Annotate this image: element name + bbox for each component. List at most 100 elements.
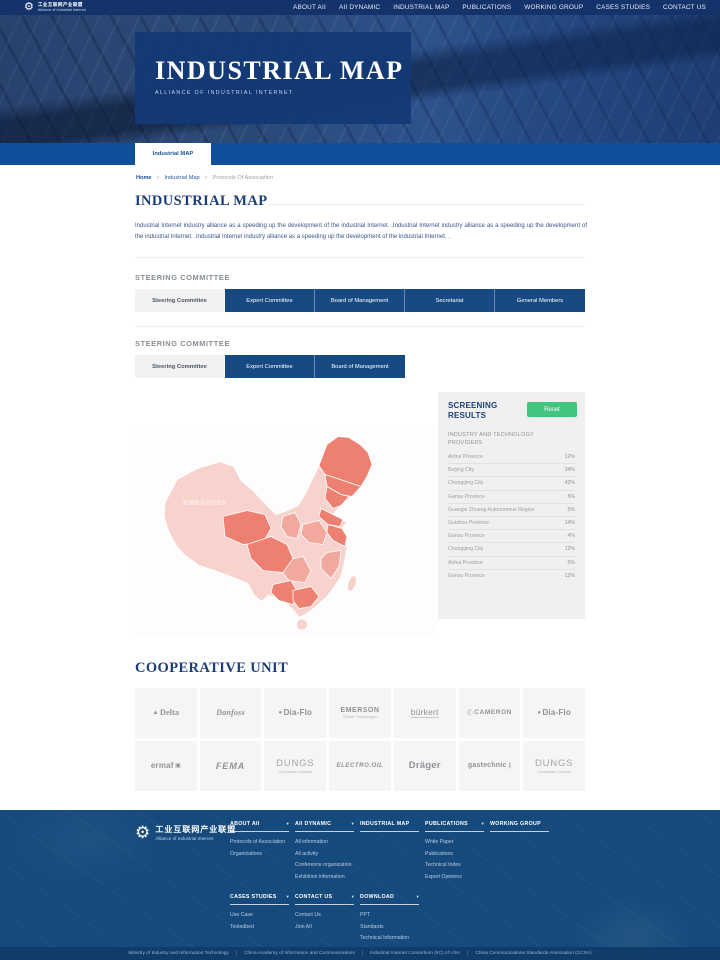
partner-logo-dungs[interactable]: DUNGS Combustion Controls [264, 741, 326, 791]
footer-logo[interactable]: ⚙ 工业互联网产业联盟 Alliance of Industrial Inter… [135, 823, 236, 841]
reset-button[interactable]: Reset [527, 402, 577, 417]
nav-item-industrial-map[interactable]: INDUSTRIAL MAP [393, 4, 449, 11]
footer-col-industrial-map: INDUSTRIAL MAP [360, 821, 419, 880]
footer-link[interactable]: Join AII [295, 924, 354, 930]
committee2-tabs: Steering Committee Expert Committee Boar… [135, 355, 405, 378]
footer-link[interactable]: White Paper [425, 839, 484, 845]
footer-partner-link[interactable]: China Academy of Information and Communi… [244, 951, 355, 956]
footer-link[interactable]: Protocols of Association [230, 839, 289, 845]
partner-logo-drager[interactable]: Dräger [394, 741, 456, 791]
partner-logo-danfoss[interactable]: Danfoss [200, 688, 262, 738]
nav-item-about-aii[interactable]: ABOUT AII [293, 4, 326, 11]
partner-logo-electro-oil[interactable]: ELECTRO.OIL [329, 741, 391, 791]
breadcrumb-home[interactable]: Home [136, 175, 152, 181]
committee2-tab-steering-committee[interactable]: Steering Committee [135, 355, 225, 378]
hero-banner: INDUSTRIAL MAP ALLIANCE OF INDUSTRIAL IN… [0, 15, 720, 143]
footer-col-title[interactable]: PUBLICATIONS ▾ [425, 821, 484, 832]
footer-partner-link[interactable]: Industrial Internet Consortium (IIC) of … [370, 951, 460, 956]
nav-item-contact-us[interactable]: CONTACT US [663, 4, 706, 11]
footer-col-title[interactable]: AII DYNAMIC ▾ [295, 821, 354, 832]
footer-link[interactable]: Publications [425, 851, 484, 857]
footer-partner-link[interactable]: Ministry of Industry and Information Tec… [128, 951, 228, 956]
partner-logo-dungs[interactable]: DUNGS Combustion Controls [523, 741, 585, 791]
partner-logo-dia-flo[interactable]: ● Dia-Flo [523, 688, 585, 738]
footer-link[interactable]: Testedbed [230, 924, 289, 930]
nav-item-working-group[interactable]: WORKING GROUP [524, 4, 583, 11]
partner-logo-gastechnic[interactable]: gastechnic ∥ [459, 741, 521, 791]
region-value: 12% [565, 546, 575, 552]
partner-logo-delta[interactable]: ▲ Delta [135, 688, 197, 738]
brand-name-en: Alliance of Industrial Internet [38, 8, 86, 12]
footer-col-title[interactable]: CONTACT US ▾ [295, 894, 354, 905]
screening-row: Guizhou Province 14% [448, 516, 575, 529]
footer-col-title[interactable]: CASES STUDIES ▾ [230, 894, 289, 905]
breadcrumb-industrial-map[interactable]: Industrial Map [164, 175, 199, 181]
map-province-hainan[interactable] [297, 619, 308, 630]
partner-logo-fema[interactable]: FEMA [200, 741, 262, 791]
hero-subtitle: ALLIANCE OF INDUSTRIAL INTERNET [155, 90, 411, 96]
nav-item-aii-dynamic[interactable]: AII DYNAMIC [339, 4, 380, 11]
footer-link[interactable]: Expert Opinions [425, 874, 484, 880]
committee1-tab-expert-committee[interactable]: Expert Committee [225, 289, 315, 312]
intro-paragraph: Industrial Internet industry alliance as… [135, 221, 587, 242]
footer-col-working-group: WORKING GROUP [490, 821, 549, 880]
partner-logo-cameron[interactable]: Ⓒ CAMERON [459, 688, 521, 738]
committee2-tab-board-of-management[interactable]: Board of Management [315, 355, 405, 378]
committee1-tab-secretariat[interactable]: Secretariat [405, 289, 495, 312]
chevron-down-icon: ▾ [416, 894, 419, 900]
committee2-tab-expert-committee[interactable]: Expert Committee [225, 355, 315, 378]
footer-link[interactable]: Organizations [230, 851, 289, 857]
chevron-down-icon: ▾ [351, 821, 354, 827]
footer-link[interactable]: Exhibition information [295, 874, 354, 880]
nav-item-publications[interactable]: PUBLICATIONS [462, 4, 511, 11]
committee1-tab-general-members[interactable]: General Members [495, 289, 585, 312]
screening-row: Anhui Province 5% [448, 556, 575, 569]
footer-col-title[interactable]: ABOUT AII ▾ [230, 821, 289, 832]
nav-item-cases-studies[interactable]: CASES STUDIES [596, 4, 650, 11]
footer-logo-zh: 工业互联网产业联盟 [155, 823, 236, 835]
footer-separator: | [236, 951, 237, 956]
committee1-tab-board-of-management[interactable]: Board of Management [315, 289, 405, 312]
footer-partner-link[interactable]: China Communications Standards Associati… [475, 951, 591, 956]
footer-col-title[interactable]: DOWNLOAD ▾ [360, 894, 419, 905]
footer: ⚙ 工业互联网产业联盟 Alliance of Industrial Inter… [0, 810, 720, 960]
chevron-down-icon: ▾ [286, 894, 289, 900]
committee1-heading: STEERING COMMITTEE [135, 273, 230, 282]
committee2-heading: STEERING COMMITTEE [135, 339, 230, 348]
footer-link[interactable]: Conference organization [295, 862, 354, 868]
footer-separator: | [467, 951, 468, 956]
footer-col-title[interactable]: WORKING GROUP [490, 821, 549, 832]
region-name: Guizhou Province [448, 520, 489, 526]
partner-logo-emerson[interactable]: EMERSON Climate Technologies [329, 688, 391, 738]
partner-logo-ermaf[interactable]: ermaf ▣ [135, 741, 197, 791]
footer-link[interactable]: Contact Us [295, 912, 354, 918]
tab-industrial-map-active[interactable]: Industrial MAP [135, 143, 211, 165]
partner-logo-grid: ▲ Delta Danfoss ● Dia-Flo EMERSON Climat… [135, 688, 585, 791]
screening-row: Beijing City 34% [448, 463, 575, 476]
footer-link[interactable]: PPT [360, 912, 419, 918]
breadcrumb-current: Protocols Of Association [213, 175, 274, 181]
title-divider [268, 204, 585, 205]
footer-link[interactable]: Technical Index [425, 862, 484, 868]
footer-link[interactable]: Technical Information [360, 935, 419, 941]
map-province-taiwan[interactable] [346, 575, 359, 593]
cooperative-unit-title: COOPERATIVE UNIT [135, 660, 288, 677]
footer-link[interactable]: Standards [360, 924, 419, 930]
footer-col-title[interactable]: INDUSTRIAL MAP [360, 821, 419, 832]
china-map: 新疆维吾尔自治区 [135, 424, 435, 637]
footer-col-cases-studies: CASES STUDIES ▾ Use Case Testedbed [230, 894, 289, 941]
committee1-tab-steering-committee[interactable]: Steering Committee [135, 289, 225, 312]
hero-title: INDUSTRIAL MAP [155, 56, 411, 86]
gastechnic-slashes-icon: ∥ [508, 762, 511, 769]
map-region-label: 新疆维吾尔自治区 [183, 499, 228, 507]
footer-link[interactable]: All information [295, 839, 354, 845]
partner-logo-dia-flo[interactable]: ● Dia-Flo [264, 688, 326, 738]
footer-link[interactable]: All activity [295, 851, 354, 857]
footer-col-contact-us: CONTACT US ▾ Contact Us Join AII [295, 894, 354, 941]
footer-col-aii-dynamic: AII DYNAMIC ▾ All information All activi… [295, 821, 354, 880]
brand-logo[interactable]: ⚙ 工业互联网产业联盟 Alliance of Industrial Inter… [24, 2, 86, 13]
footer-link[interactable]: Use Case [230, 912, 289, 918]
region-name: Guangxi Zhuang Autonomous Region [448, 507, 535, 513]
section-divider [135, 257, 585, 258]
partner-logo-burkert[interactable]: bürkert [394, 688, 456, 738]
